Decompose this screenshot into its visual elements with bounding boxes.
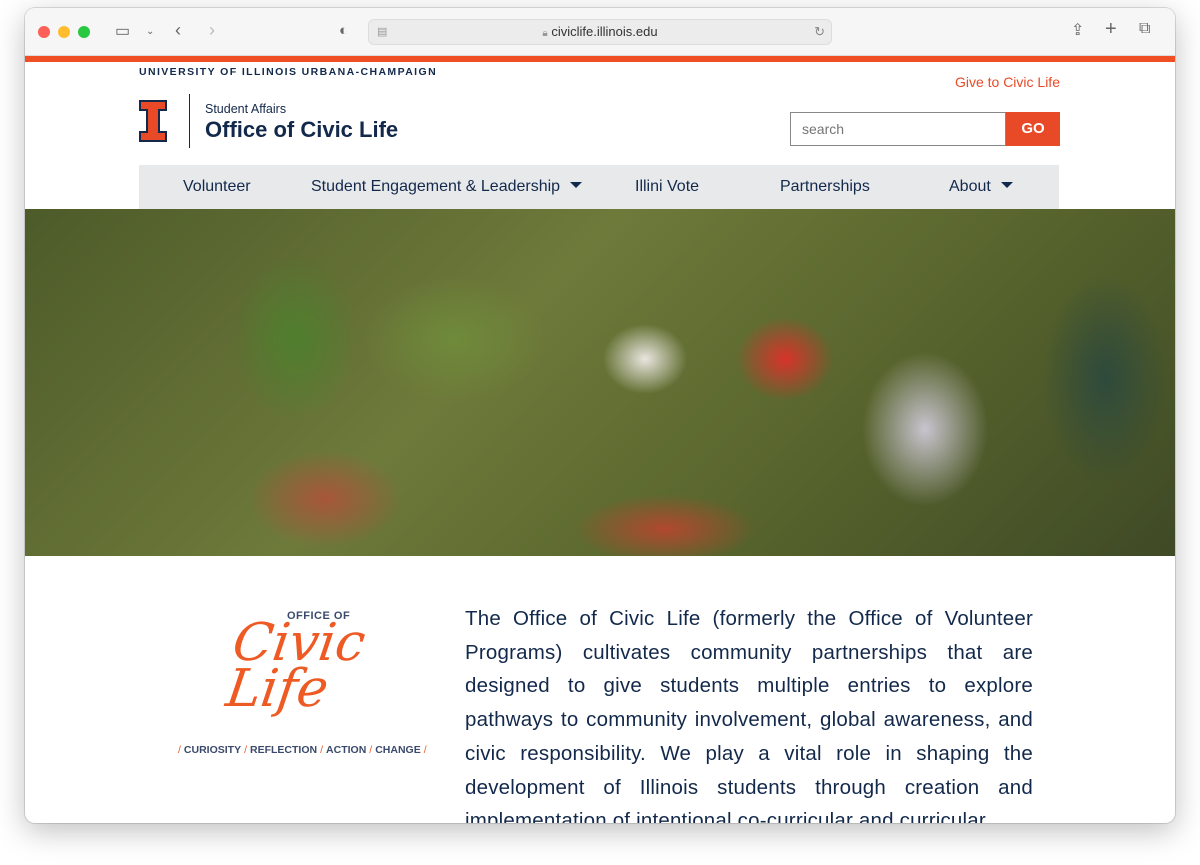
nav-volunteer[interactable]: Volunteer xyxy=(183,178,251,196)
minimize-window-button[interactable] xyxy=(58,26,70,38)
site-title[interactable]: Office of Civic Life xyxy=(205,117,398,143)
nav-label: Partnerships xyxy=(780,178,870,195)
tagline-word: REFLECTION xyxy=(250,744,318,756)
page-icon: ▤ xyxy=(377,26,388,38)
sidebar-icon[interactable]: ▭ xyxy=(115,21,130,41)
nav-label: About xyxy=(949,178,991,195)
department-label: Student Affairs xyxy=(205,102,287,116)
url-text: civiclife.illinois.edu xyxy=(551,24,658,39)
tagline-word: ACTION xyxy=(326,744,367,756)
browser-window: ▭ ⌄ ‹ › ◐ ▤ 🔒︎ civiclife.illinois.edu ↻ … xyxy=(25,8,1175,823)
civic-life-logo: OFFICE OF Civic Life / CURIOSITY / REFLECTI… xyxy=(175,606,427,766)
browser-toolbar: ▭ ⌄ ‹ › ◐ ▤ 🔒︎ civiclife.illinois.edu ↻ … xyxy=(25,8,1175,56)
lock-icon: 🔒︎ xyxy=(542,28,548,39)
shield-icon[interactable]: ◐ xyxy=(339,22,348,39)
intro-paragraph: The Office of Civic Life (formerly the O… xyxy=(465,607,1033,823)
tabs-overview-icon[interactable]: ⧉ xyxy=(1139,20,1150,38)
nav-illini-vote[interactable]: Illini Vote xyxy=(635,178,699,196)
nav-label: Volunteer xyxy=(183,178,251,195)
forward-icon[interactable]: › xyxy=(209,20,215,41)
search-go-button[interactable]: GO xyxy=(1006,112,1060,146)
nav-label: Illini Vote xyxy=(635,178,700,195)
chevron-down-icon[interactable]: ⌄ xyxy=(146,26,154,37)
block-i-logo[interactable] xyxy=(139,100,167,142)
close-window-button[interactable] xyxy=(38,26,50,38)
search-input[interactable] xyxy=(790,112,1006,146)
tagline-word: CURIOSITY xyxy=(183,744,242,756)
logo-divider xyxy=(189,94,190,148)
logo-script-text: Civic Life xyxy=(222,613,370,719)
tagline-word: CHANGE xyxy=(375,744,421,756)
university-label: UNIVERSITY OF ILLINOIS URBANA-CHAMPAIGN xyxy=(139,66,438,78)
nav-label: Student Engagement & Leadership xyxy=(311,178,561,195)
caret-down-icon xyxy=(1000,182,1013,188)
nav-about[interactable]: About xyxy=(949,178,1013,196)
caret-down-icon xyxy=(570,182,583,188)
main-nav: Volunteer Student Engagement & Leadershi… xyxy=(139,165,1059,209)
hero-image xyxy=(25,209,1175,556)
back-icon[interactable]: ‹ xyxy=(175,20,181,41)
nav-partnerships[interactable]: Partnerships xyxy=(780,178,870,196)
nav-student-engagement[interactable]: Student Engagement & Leadership xyxy=(311,178,583,196)
top-accent-bar xyxy=(25,56,1175,62)
reload-icon[interactable]: ↻ xyxy=(814,20,825,44)
share-icon[interactable]: ⇪ xyxy=(1071,20,1084,40)
maximize-window-button[interactable] xyxy=(78,26,90,38)
address-bar[interactable]: ▤ 🔒︎ civiclife.illinois.edu ↻ xyxy=(368,19,832,45)
give-link[interactable]: Give to Civic Life xyxy=(955,74,1060,90)
new-tab-icon[interactable]: + xyxy=(1105,18,1117,41)
logo-tagline: / CURIOSITY / REFLECTION / ACTION / CHANGE / xyxy=(178,744,427,756)
